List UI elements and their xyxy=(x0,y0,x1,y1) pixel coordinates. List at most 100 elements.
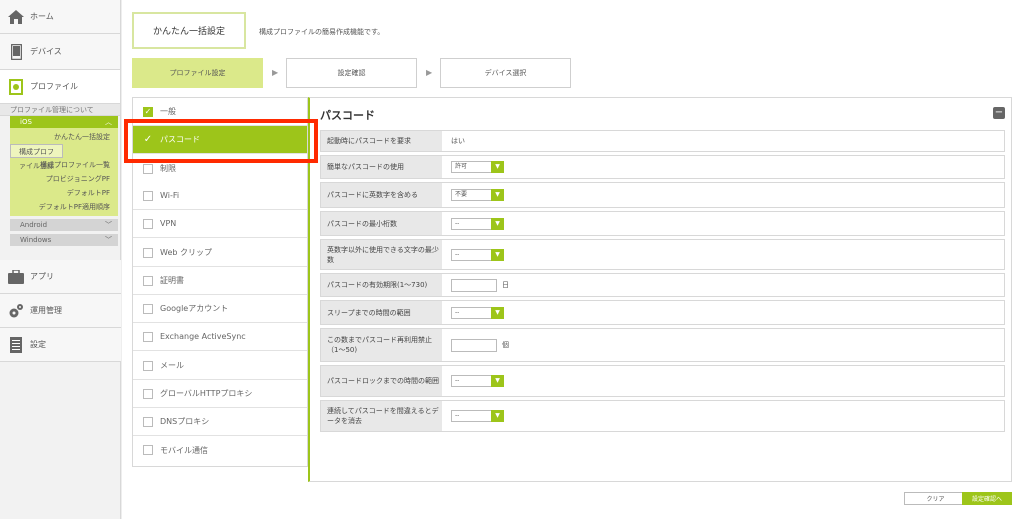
setting-label: この数までパスコード再利用禁止（1〜50) xyxy=(321,329,442,361)
dropdown-icon: ▼ xyxy=(491,161,504,173)
min-complex-select[interactable]: -- ▼ xyxy=(451,248,504,261)
checkbox[interactable] xyxy=(143,388,153,399)
checkbox[interactable] xyxy=(143,445,153,455)
chevron-up-icon: ︿ xyxy=(105,118,112,126)
unit-label: 個 xyxy=(502,341,509,349)
dropdown-icon: ▼ xyxy=(491,410,504,422)
step-arrow-icon: ▶ xyxy=(272,68,279,77)
category-global-proxy[interactable]: グローバルHTTPプロキシ xyxy=(133,380,307,408)
page-description: 構成プロファイルの簡易作成機能です。 xyxy=(259,28,385,36)
nav-ops[interactable]: 運用管理 xyxy=(0,294,121,328)
setting-row: パスコードに英数字を含める 不要 ▼ xyxy=(320,182,1005,208)
main-content: かんたん一括設定 構成プロファイルの簡易作成機能です。 プロファイル設定 ▶ 設… xyxy=(122,0,1024,519)
category-google-account[interactable]: Googleアカウント xyxy=(133,295,307,323)
setting-row: この数までパスコード再利用禁止（1〜50) 個 xyxy=(320,328,1005,362)
chevron-down-icon: ﹀ xyxy=(105,236,112,244)
step-device-select[interactable]: デバイス選択 xyxy=(440,58,571,88)
category-label: 制限 xyxy=(160,164,176,173)
ios-submenu: かんたん一括設定 構成プロファイル登録 構成プロファイル一覧 プロビジョニングP… xyxy=(10,128,118,216)
setting-row: スリープまでの時間の範囲 -- ▼ xyxy=(320,300,1005,325)
clear-button[interactable]: クリア xyxy=(904,492,967,505)
category-exchange[interactable]: Exchange ActiveSync xyxy=(133,323,307,351)
nav-windows-label: Windows xyxy=(20,236,52,244)
nav-device[interactable]: デバイス xyxy=(0,34,120,70)
setting-value: はい xyxy=(451,137,465,145)
category-mobile[interactable]: モバイル通信 xyxy=(133,436,307,464)
step-confirm[interactable]: 設定確認 xyxy=(286,58,417,88)
nav-app[interactable]: アプリ xyxy=(0,260,121,294)
category-mail[interactable]: メール xyxy=(133,352,307,380)
nav-windows-toggle[interactable]: Windows ﹀ xyxy=(10,234,118,246)
max-age-input[interactable] xyxy=(451,278,497,292)
ios-item-register[interactable]: 構成プロファイル登録 xyxy=(10,144,63,170)
sleep-select[interactable]: -- ▼ xyxy=(451,306,504,319)
setting-label: パスコードの有効期限(1〜730) xyxy=(321,274,442,296)
home-icon xyxy=(8,9,24,25)
setting-label: 連続してパスコードを間違えるとデータを消去 xyxy=(321,401,442,431)
simple-passcode-select[interactable]: 許可 ▼ xyxy=(451,161,504,173)
checkbox[interactable] xyxy=(143,360,153,371)
checkbox-checked-icon[interactable]: ✓ xyxy=(143,106,153,117)
setting-row: パスコードの有効期限(1〜730) 日 xyxy=(320,273,1005,297)
category-label: モバイル通信 xyxy=(160,445,208,455)
nav-ios-toggle[interactable]: iOS ︿ xyxy=(10,116,118,128)
setting-label: パスコードの最小桁数 xyxy=(321,212,442,235)
setting-label: スリープまでの時間の範囲 xyxy=(321,301,442,324)
category-label: メール xyxy=(160,361,184,370)
ios-item-easy-setup[interactable]: かんたん一括設定 xyxy=(10,130,118,144)
checkbox[interactable] xyxy=(143,163,153,174)
checkbox[interactable] xyxy=(143,218,153,229)
min-length-select[interactable]: -- ▼ xyxy=(451,217,504,230)
highlight-box xyxy=(124,119,318,163)
step-profile-settings[interactable]: プロファイル設定 xyxy=(132,58,263,88)
setting-row: 起動時にパスコードを要求 はい xyxy=(320,130,1005,152)
category-certificate[interactable]: 証明書 xyxy=(133,267,307,295)
collapse-icon[interactable]: − xyxy=(993,107,1005,119)
lock-time-select[interactable]: -- ▼ xyxy=(451,375,504,387)
nav-device-label: デバイス xyxy=(30,47,62,56)
setting-label: 英数字以外に使用できる文字の最少数 xyxy=(321,240,442,269)
checkbox[interactable] xyxy=(143,190,153,201)
category-label: 一般 xyxy=(160,107,176,116)
setting-label: パスコードに英数字を含める xyxy=(321,183,442,207)
setting-label: 簡単なパスコードの使用 xyxy=(321,156,442,178)
dropdown-icon: ▼ xyxy=(491,375,504,387)
checkbox[interactable] xyxy=(143,303,153,314)
left-nav: ホーム デバイス プロファイル プロファイル管理について iOS ︿ かんたん一… xyxy=(0,0,121,519)
profile-icon xyxy=(8,78,24,95)
category-label: DNSプロキシ xyxy=(160,417,210,426)
nav-settings[interactable]: 設定 xyxy=(0,328,121,362)
max-failed-select[interactable]: -- ▼ xyxy=(451,410,504,422)
category-label: Web クリップ xyxy=(160,248,212,257)
history-input[interactable] xyxy=(451,338,497,352)
category-webclip[interactable]: Web クリップ xyxy=(133,239,307,267)
ios-item-default-pf[interactable]: デフォルトPF xyxy=(10,186,118,200)
checkbox[interactable] xyxy=(143,416,153,427)
category-wifi[interactable]: Wi-Fi xyxy=(133,182,307,210)
nav-profile[interactable]: プロファイル xyxy=(0,70,120,104)
dropdown-icon: ▼ xyxy=(491,306,504,319)
setting-row: パスコードの最小桁数 -- ▼ xyxy=(320,211,1005,236)
checkbox[interactable] xyxy=(143,331,153,342)
chevron-down-icon: ﹀ xyxy=(105,221,112,229)
next-button[interactable]: 設定確認へ xyxy=(962,492,1012,505)
checkbox[interactable] xyxy=(143,275,153,286)
setting-label: 起動時にパスコードを要求 xyxy=(321,131,442,151)
nav-home[interactable]: ホーム xyxy=(0,0,120,34)
category-dns-proxy[interactable]: DNSプロキシ xyxy=(133,408,307,436)
step-arrow-icon: ▶ xyxy=(426,68,433,77)
category-vpn[interactable]: VPN xyxy=(133,210,307,238)
ios-item-default-order[interactable]: デフォルトPF適用順序 xyxy=(10,200,118,214)
panel-title: パスコード xyxy=(320,109,375,122)
ios-item-provisioning[interactable]: プロビジョニングPF xyxy=(10,172,118,186)
nav-profile-manage[interactable]: プロファイル管理について xyxy=(0,104,120,116)
document-icon xyxy=(8,336,24,353)
nav-android-toggle[interactable]: Android ﹀ xyxy=(10,219,118,231)
alphanumeric-select[interactable]: 不要 ▼ xyxy=(451,189,504,201)
dropdown-icon: ▼ xyxy=(491,248,504,261)
checkbox[interactable] xyxy=(143,247,153,258)
nav-home-label: ホーム xyxy=(30,12,54,21)
device-icon xyxy=(8,43,24,60)
setting-row: 簡単なパスコードの使用 許可 ▼ xyxy=(320,155,1005,179)
nav-android-label: Android xyxy=(20,221,48,229)
